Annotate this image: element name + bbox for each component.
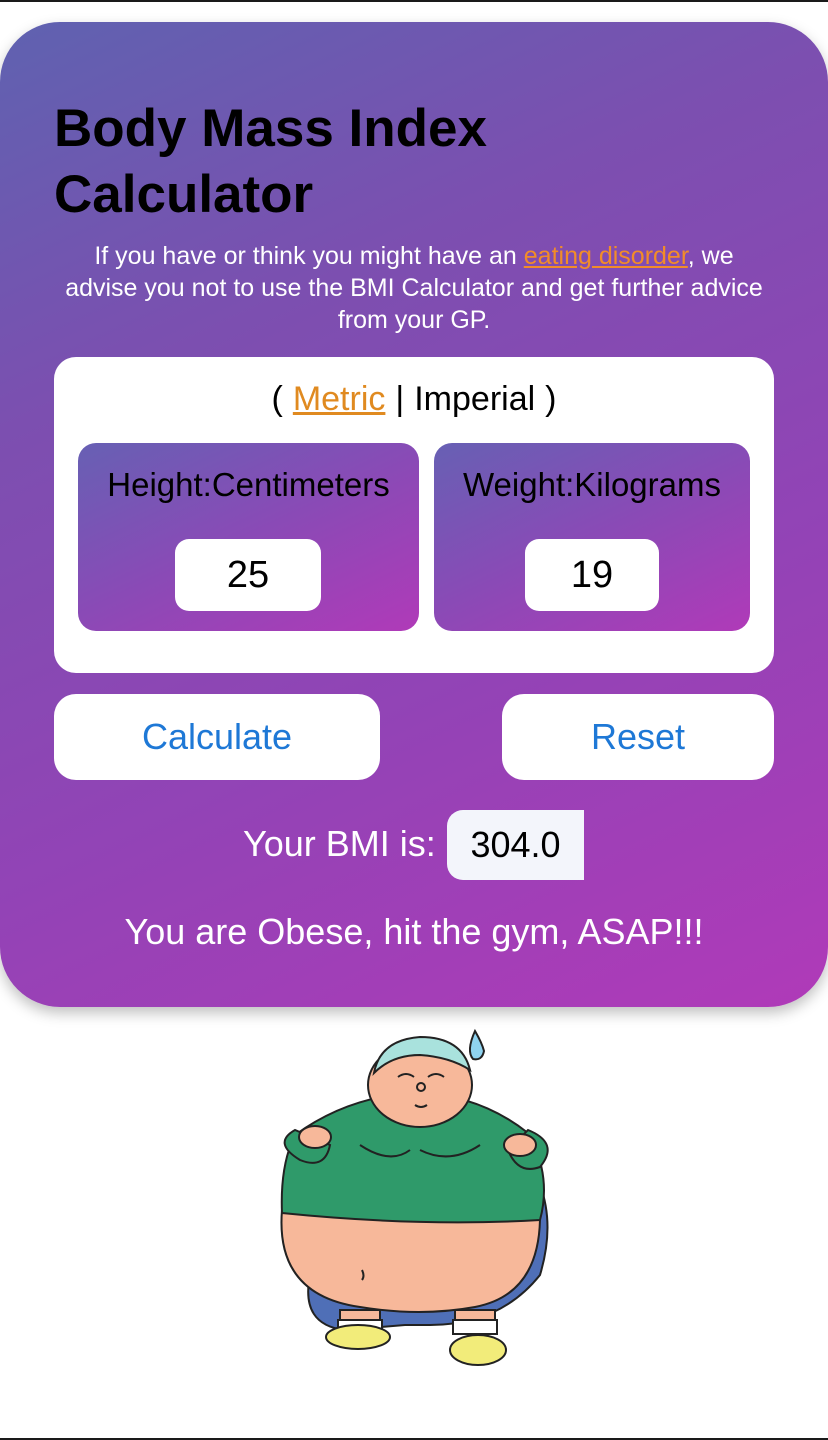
height-input[interactable] [175,539,321,611]
reset-button[interactable]: Reset [502,694,774,780]
calculate-button[interactable]: Calculate [54,694,380,780]
eating-disorder-disclaimer: If you have or think you might have an e… [60,240,768,336]
page-title: Body Mass Index Calculator [54,96,654,228]
disclaimer-text-before: If you have or think you might have an [94,242,524,270]
page-title-line-2: Calculator [54,165,314,224]
page-title-line-1: Body Mass Index [54,99,487,158]
measurement-panel: ( Metric|Imperial) Height:Centimeters Wei… [54,357,774,673]
bmi-result-value: 304.0 [447,810,584,880]
weight-box: Weight:Kilograms [434,443,750,631]
unit-toggle: ( Metric | Imperial) [54,377,774,421]
height-box: Height:Centimeters [78,443,419,631]
unit-close-paren: ) [545,380,557,418]
weight-label: Weight:Kilograms [463,466,721,503]
imperial-unit-link[interactable]: Imperial [414,380,535,418]
bmi-result-label: Your BMI is: [243,823,436,864]
metric-unit-link[interactable]: Metric [293,380,386,418]
top-divider [0,0,828,2]
unit-open-paren: ( [271,380,283,418]
height-label: Height:Centimeters [107,466,390,503]
bmi-verdict: You are Obese, hit the gym, ASAP!!! [124,911,704,952]
obese-cartoon-character-icon [280,1028,549,1366]
unit-separator: | [395,380,405,418]
weight-input[interactable] [525,539,659,611]
eating-disorder-link[interactable]: eating disorder [524,242,688,270]
